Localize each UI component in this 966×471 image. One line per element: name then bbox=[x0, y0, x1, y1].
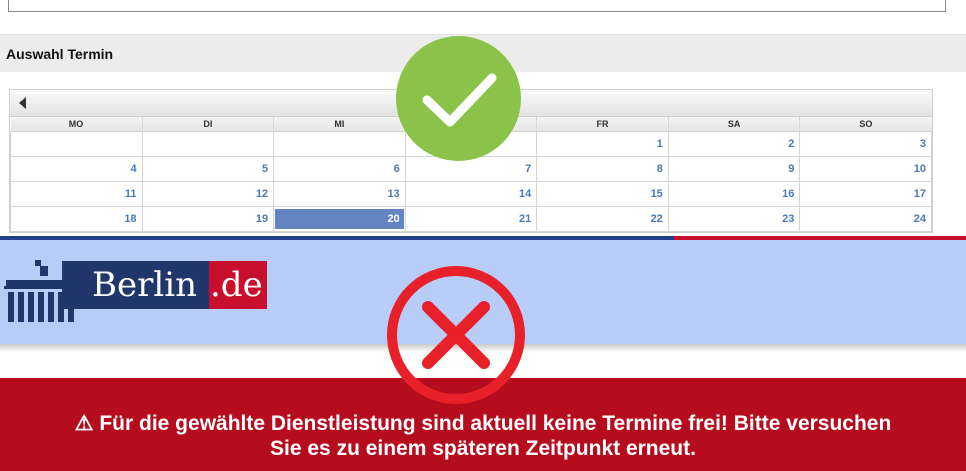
calendar-day[interactable]: 8 bbox=[536, 155, 669, 182]
weekday-di: DI bbox=[142, 117, 275, 131]
calendar-day[interactable]: 24 bbox=[799, 205, 932, 232]
calendar-day[interactable]: 6 bbox=[273, 155, 406, 182]
brandenburg-gate-icon bbox=[4, 260, 84, 326]
weekday-fr: FR bbox=[536, 117, 669, 131]
calendar-day[interactable]: 11 bbox=[10, 180, 143, 207]
section-title: Auswahl Termin bbox=[6, 46, 114, 62]
calendar-day[interactable]: 23 bbox=[667, 205, 801, 232]
weekday-mi: MI bbox=[273, 117, 406, 131]
empty-day-cell bbox=[141, 130, 275, 157]
calendar-day[interactable]: 13 bbox=[273, 180, 406, 207]
search-input[interactable] bbox=[8, 0, 946, 12]
logo-de-text: .de bbox=[209, 261, 267, 309]
calendar-day[interactable]: 21 bbox=[404, 205, 538, 232]
calendar-day[interactable]: 2 bbox=[667, 130, 801, 157]
error-line-1: Für die gewählte Dienstleistung sind akt… bbox=[99, 412, 892, 435]
calendar-day[interactable]: 5 bbox=[141, 155, 275, 182]
calendar-day[interactable]: 9 bbox=[667, 155, 801, 182]
empty-day-cell bbox=[273, 130, 406, 157]
berlin-de-logo[interactable]: Berlin .de bbox=[4, 258, 267, 326]
calendar-day[interactable]: 16 bbox=[667, 180, 801, 207]
calendar-day[interactable]: 12 bbox=[141, 180, 275, 207]
check-circle-icon bbox=[396, 36, 521, 161]
calendar-day[interactable]: 18 bbox=[10, 205, 143, 232]
calendar-week-row: 18 19 20 21 22 23 24 bbox=[10, 205, 932, 232]
calendar-day[interactable]: 15 bbox=[536, 180, 669, 207]
calendar-day[interactable]: 22 bbox=[536, 205, 669, 232]
weekday-mo: MO bbox=[10, 117, 143, 131]
error-line-2: Sie es zu einem späteren Zeitpunkt erneu… bbox=[270, 437, 696, 460]
calendar-day-selected[interactable]: 20 bbox=[273, 205, 406, 232]
calendar-day[interactable]: 10 bbox=[799, 155, 932, 182]
calendar-day[interactable]: 19 bbox=[141, 205, 275, 232]
warning-icon: ⚠ bbox=[74, 412, 94, 435]
screen: Auswahl Termin MO DI MI DO FR SA SO bbox=[0, 0, 966, 471]
calendar-day[interactable]: 1 bbox=[536, 130, 669, 157]
calendar-week-row: 11 12 13 14 15 16 17 bbox=[10, 180, 932, 207]
x-circle-icon bbox=[387, 266, 525, 404]
selected-day-label: 20 bbox=[275, 208, 404, 229]
error-message: ⚠ Für die gewählte Dienstleistung sind a… bbox=[0, 411, 966, 461]
calendar-day[interactable]: 3 bbox=[799, 130, 932, 157]
logo-berlin-text: Berlin bbox=[84, 261, 210, 309]
empty-day-cell bbox=[10, 130, 143, 157]
calendar-day[interactable]: 14 bbox=[404, 180, 538, 207]
calendar-day[interactable]: 4 bbox=[10, 155, 143, 182]
chevron-left-icon[interactable] bbox=[19, 97, 26, 109]
weekday-sa: SA bbox=[668, 117, 801, 131]
calendar-day[interactable]: 17 bbox=[799, 180, 932, 207]
weekday-so: SO bbox=[799, 117, 932, 131]
